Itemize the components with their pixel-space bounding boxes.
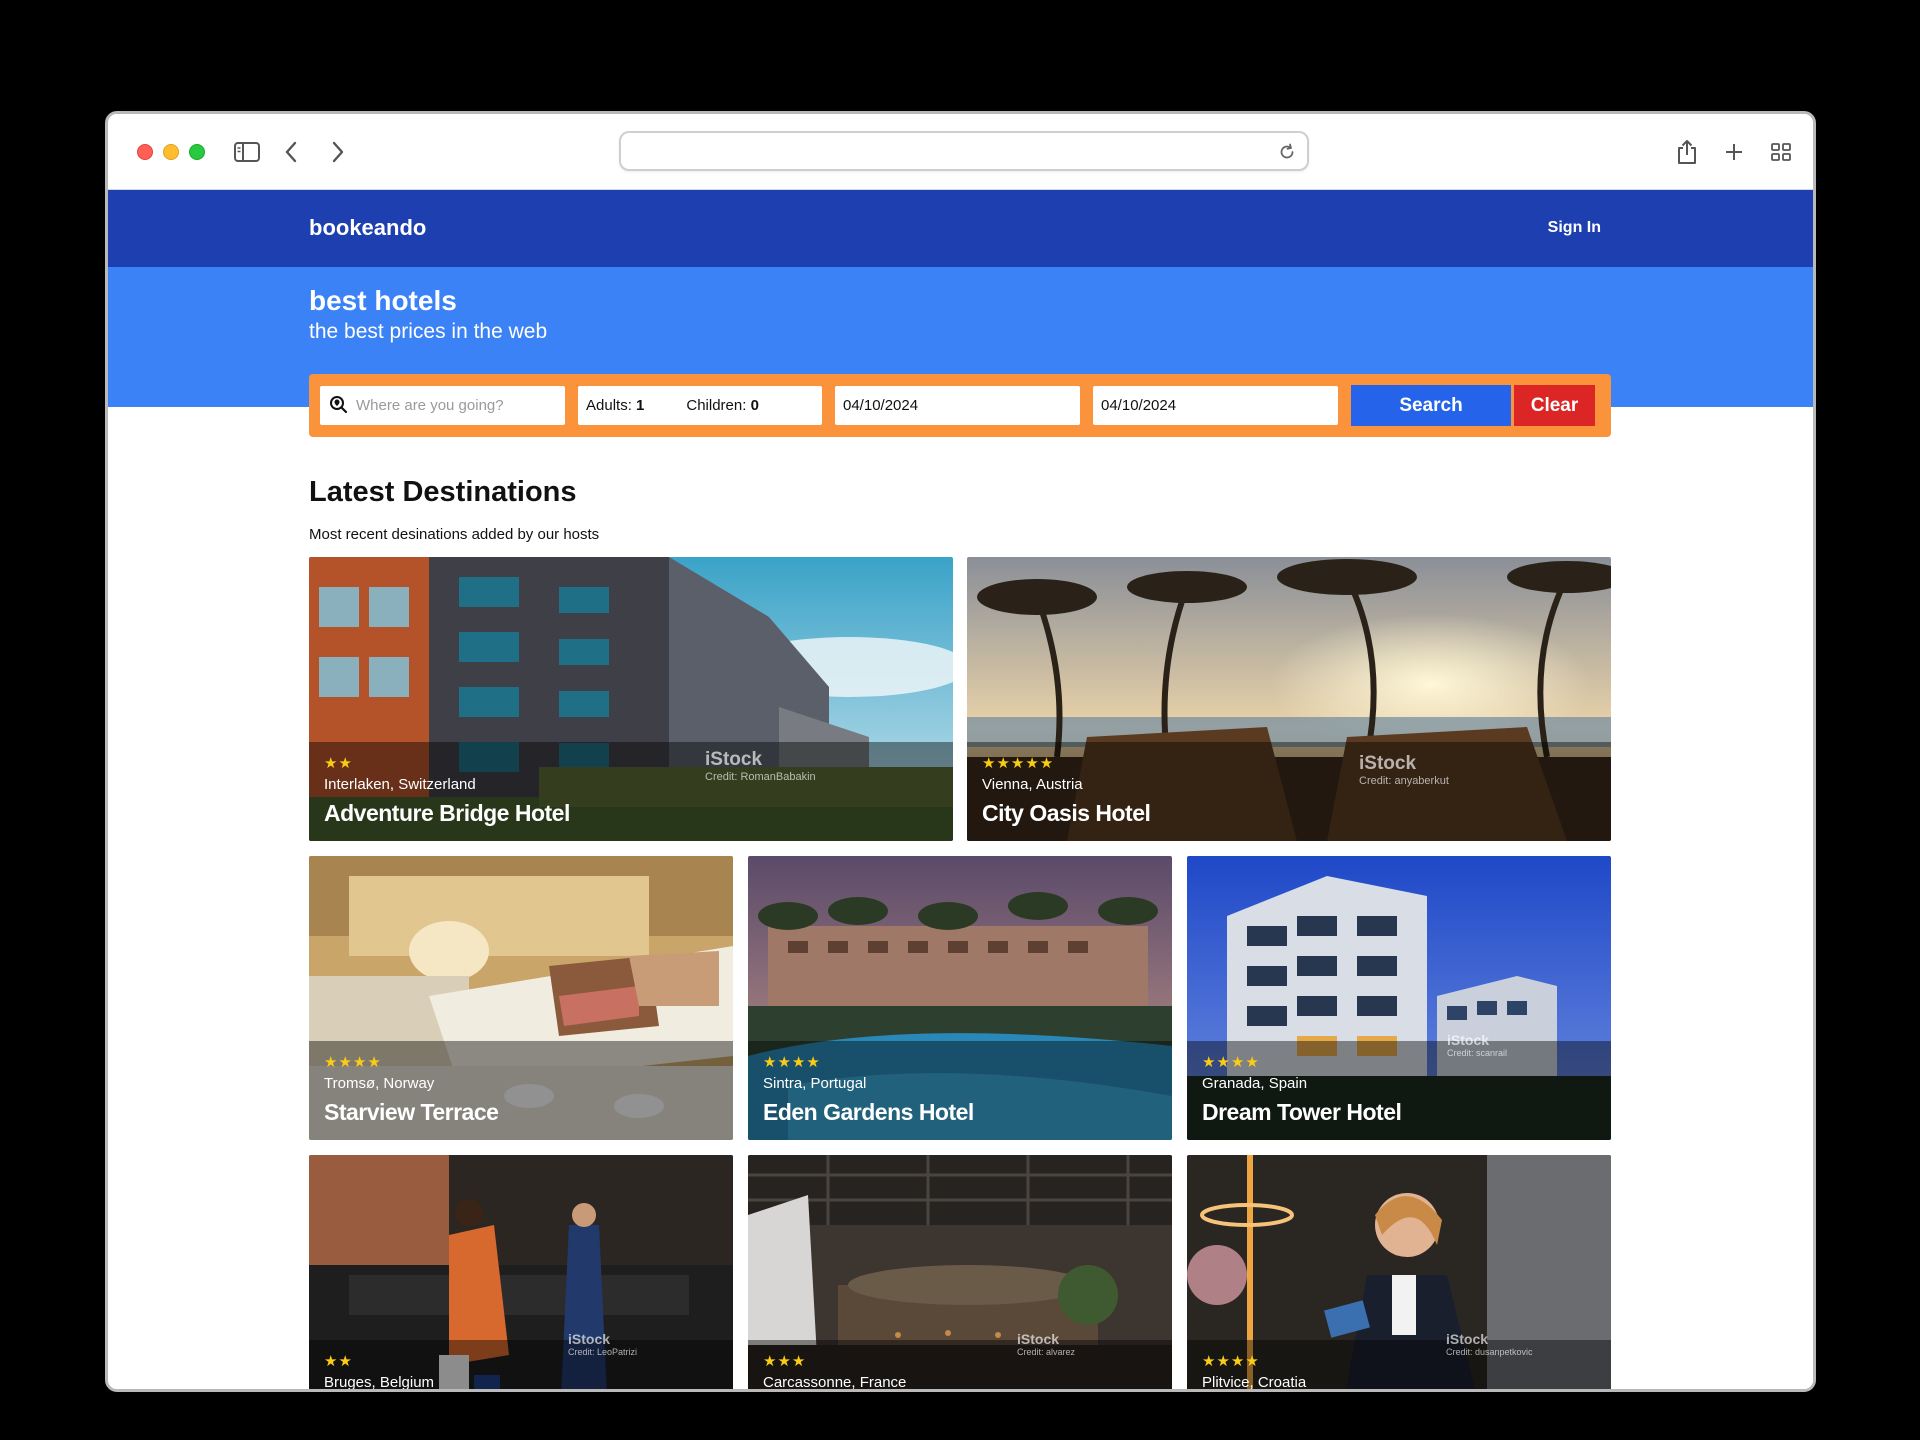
card-location: Sintra, Portugal	[763, 1075, 867, 1092]
watermark: iStock Credit: dusanpetkovic	[1446, 1331, 1533, 1357]
search-location-icon	[329, 395, 348, 417]
tab-overview-icon[interactable]	[1765, 136, 1797, 168]
watermark: iStock Credit: scanrail	[1447, 1032, 1508, 1058]
watermark: iStock Credit: anyaberkut	[1359, 753, 1449, 787]
checkin-date-input[interactable]: 04/10/2024	[835, 386, 1080, 425]
adults-value[interactable]: 1	[636, 397, 644, 414]
section-title: Latest Destinations	[309, 476, 577, 508]
star-rating: ★★	[324, 1353, 353, 1370]
hero-title: best hotels	[309, 285, 457, 316]
site-header: bookeando Sign In	[108, 190, 1813, 267]
watermark: iStock Credit: alvarez	[1017, 1331, 1076, 1357]
checkout-date-input[interactable]: 04/10/2024	[1093, 386, 1338, 425]
search-bar: Where are you going? Adults: 1 Children:…	[309, 374, 1611, 437]
star-rating: ★★★★	[1202, 1353, 1260, 1370]
card-location: Tromsø, Norway	[324, 1075, 435, 1092]
back-icon[interactable]	[275, 136, 307, 168]
card-location: Granada, Spain	[1202, 1075, 1308, 1092]
star-rating: ★★★★	[763, 1054, 821, 1071]
card-location: Carcassonne, France	[763, 1374, 907, 1391]
card-hotel-name: Adventure Bridge Hotel	[324, 800, 570, 826]
guests-field[interactable]: Adults: 1 Children: 0	[578, 386, 822, 425]
card-hotel-name: City Oasis Hotel	[982, 800, 1151, 826]
forward-icon[interactable]	[322, 136, 354, 168]
destination-input[interactable]: Where are you going?	[320, 386, 565, 425]
share-icon[interactable]	[1671, 136, 1703, 168]
card-location: Plitvice, Croatia	[1202, 1374, 1307, 1391]
new-tab-icon[interactable]	[1718, 136, 1750, 168]
browser-toolbar	[108, 114, 1813, 190]
children-value[interactable]: 0	[751, 397, 759, 414]
destination-card[interactable]: iStock Credit: dusanpetkovic ★★★★ Plitvic…	[1187, 1155, 1611, 1391]
browser-window: bookeando Sign In best hotels the best p…	[105, 111, 1816, 1392]
card-location: Bruges, Belgium	[324, 1374, 435, 1391]
destination-placeholder: Where are you going?	[356, 397, 504, 414]
search-button[interactable]: Search	[1351, 385, 1511, 426]
destination-card[interactable]: iStock Credit: RomanBabakin ★★ Interlaken…	[309, 557, 953, 841]
destination-card[interactable]: ★★★★ Sintra, Portugal Eden Gardens Hotel	[748, 856, 1172, 1140]
address-bar[interactable]	[619, 131, 1309, 171]
star-rating: ★★★★★	[982, 755, 1055, 772]
card-location: Vienna, Austria	[982, 776, 1083, 793]
card-hotel-name: Eden Gardens Hotel	[763, 1099, 974, 1125]
sign-in-link[interactable]: Sign In	[1548, 219, 1601, 237]
section-subtitle: Most recent desinations added by our hos…	[309, 526, 600, 543]
adults-label: Adults:	[586, 397, 632, 414]
star-rating: ★★★★	[324, 1054, 382, 1071]
watermark: iStock Credit: LeoPatrizi	[568, 1331, 638, 1357]
destination-card[interactable]: iStock Credit: anyaberkut ★★★★★ Vienna, A…	[967, 557, 1611, 841]
card-hotel-name: Dream Tower Hotel	[1202, 1099, 1402, 1125]
watermark: iStock Credit: RomanBabakin	[705, 749, 816, 783]
star-rating: ★★★★	[1202, 1054, 1260, 1071]
clear-button[interactable]: Clear	[1514, 385, 1595, 426]
destination-card[interactable]: iStock Credit: LeoPatrizi ★★ Bruges, Belg…	[309, 1155, 733, 1391]
site-logo[interactable]: bookeando	[309, 215, 426, 241]
page-viewport: bookeando Sign In best hotels the best p…	[108, 190, 1813, 1391]
close-window-button[interactable]	[137, 144, 153, 160]
destination-card[interactable]: iStock Credit: scanrail ★★★★ Granada, Spa…	[1187, 856, 1611, 1140]
card-hotel-name: Starview Terrace	[324, 1099, 499, 1125]
children-label: Children:	[686, 397, 747, 414]
sidebar-icon[interactable]	[231, 136, 263, 168]
star-rating: ★★	[324, 755, 353, 772]
destination-card[interactable]: iStock Credit: alvarez ★★★ Carcassonne, F…	[748, 1155, 1172, 1391]
zoom-window-button[interactable]	[189, 144, 205, 160]
card-location: Interlaken, Switzerland	[324, 776, 476, 793]
star-rating: ★★★	[763, 1353, 807, 1370]
minimize-window-button[interactable]	[163, 144, 179, 160]
hero-subtitle: the best prices in the web	[309, 320, 548, 343]
reload-icon[interactable]	[1277, 142, 1297, 162]
destination-card[interactable]: ★★★★ Tromsø, Norway Starview Terrace	[309, 856, 733, 1140]
